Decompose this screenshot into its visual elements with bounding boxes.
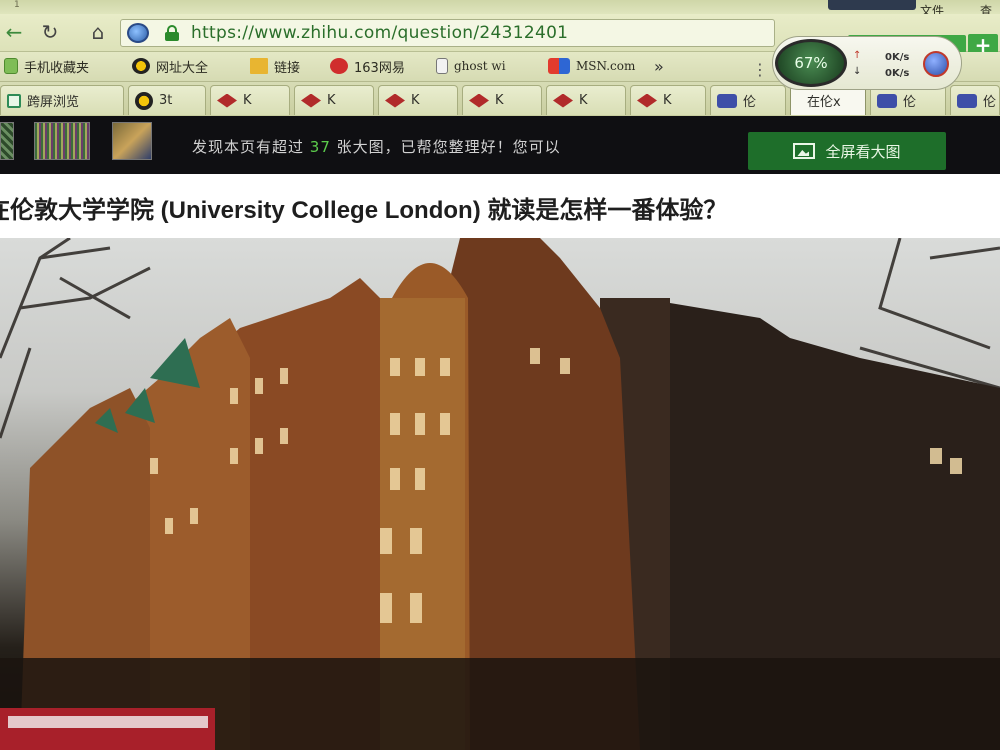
paw-icon bbox=[877, 93, 897, 108]
url-text[interactable]: https://www.zhihu.com/question/24312401 bbox=[191, 23, 568, 43]
fullscreen-gallery-button[interactable]: 全屏看大图 bbox=[748, 132, 946, 170]
download-arrow-icon: ↓ bbox=[853, 66, 862, 77]
network-widget[interactable]: 67% ↑ 0K/s ↓ 0K/s bbox=[772, 36, 962, 90]
tab-9[interactable]: 伦 bbox=[710, 85, 786, 115]
titlebar-widget[interactable] bbox=[828, 0, 916, 10]
tab-2[interactable]: 3t bbox=[128, 85, 206, 115]
lock-icon bbox=[165, 25, 179, 41]
question-title[interactable]: 在伦敦大学学院 (University College London) 就读是怎… bbox=[0, 190, 727, 225]
gallery-thumbnail[interactable] bbox=[0, 122, 14, 160]
netease-icon bbox=[330, 58, 348, 74]
bookmark-label: MSN.com bbox=[576, 59, 636, 73]
address-bar[interactable]: https://www.zhihu.com/question/24312401 bbox=[120, 19, 775, 47]
tab-label: K bbox=[495, 93, 504, 108]
download-speed: 0K/s bbox=[885, 68, 910, 79]
phone-folder-icon bbox=[4, 58, 18, 74]
bookmark-phone-favorites[interactable]: 手机收藏夹 bbox=[4, 55, 89, 77]
bookmarks-overflow-chevron-icon[interactable]: » bbox=[654, 57, 664, 76]
notice-text-before: 发现本页有超过 bbox=[192, 138, 310, 156]
tab-label: 伦 bbox=[743, 95, 757, 110]
tab-7[interactable]: K bbox=[546, 85, 626, 115]
gallery-thumbnail[interactable] bbox=[34, 122, 90, 160]
upload-speed: 0K/s bbox=[885, 52, 910, 63]
building-photo bbox=[0, 238, 1000, 750]
folder-icon bbox=[250, 58, 268, 74]
back-button[interactable]: ← bbox=[0, 19, 28, 45]
bookmark-links[interactable]: 链接 bbox=[250, 55, 300, 77]
bookmark-ghost[interactable]: ghost wi bbox=[436, 55, 506, 77]
bookmark-label: 链接 bbox=[274, 60, 301, 76]
tab-label: K bbox=[327, 93, 336, 108]
upload-arrow-icon: ↑ bbox=[853, 50, 862, 61]
diamond-icon bbox=[637, 93, 657, 108]
tab-3[interactable]: K bbox=[210, 85, 290, 115]
picture-icon bbox=[793, 143, 816, 159]
paw-icon bbox=[717, 93, 737, 108]
bookmark-label: 163网易 bbox=[354, 60, 405, 76]
back-arrow-icon: ← bbox=[5, 20, 23, 44]
question-header: 在伦敦大学学院 (University College London) 就读是怎… bbox=[0, 174, 1000, 238]
window-titlebar: 1 文件 查 bbox=[0, 0, 1000, 18]
image-count-notice: 发现本页有超过 37 张大图，已帮您整理好！您可以 bbox=[192, 136, 561, 157]
fullscreen-button-label: 全屏看大图 bbox=[825, 142, 901, 161]
accelerator-ball-icon[interactable] bbox=[923, 51, 949, 77]
tab-8[interactable]: K bbox=[630, 85, 706, 115]
diamond-icon bbox=[553, 93, 573, 108]
tab-label: K bbox=[411, 93, 420, 108]
page-icon bbox=[436, 58, 448, 74]
reload-icon: ↻ bbox=[41, 20, 59, 44]
msn-icon bbox=[548, 58, 570, 74]
bookmark-msn[interactable]: MSN.com bbox=[548, 55, 635, 77]
tab-label: K bbox=[663, 93, 672, 108]
coin-icon bbox=[135, 91, 153, 110]
frame-icon bbox=[7, 93, 21, 108]
memory-gauge[interactable]: 67% bbox=[775, 39, 847, 87]
tab-6[interactable]: K bbox=[462, 85, 542, 115]
tab-label: 3t bbox=[159, 93, 173, 108]
notice-text-after: 张大图，已帮您整理好！您可以 bbox=[330, 138, 561, 156]
image-gallery-bar: 发现本页有超过 37 张大图，已帮您整理好！您可以 全屏看大图 bbox=[0, 116, 1000, 174]
home-icon: ⌂ bbox=[91, 20, 105, 44]
site-identity-icon[interactable] bbox=[127, 23, 149, 43]
bookmark-163[interactable]: 163网易 bbox=[330, 55, 405, 77]
gallery-thumbnail[interactable] bbox=[112, 122, 152, 160]
bookmark-label: 网址大全 bbox=[156, 60, 209, 76]
image-count: 37 bbox=[309, 138, 331, 156]
tab-label: K bbox=[243, 93, 252, 108]
bookmark-label: ghost wi bbox=[454, 59, 506, 73]
diamond-icon bbox=[385, 93, 405, 108]
home-button[interactable]: ⌂ bbox=[84, 19, 112, 45]
tab-label: 伦 bbox=[983, 95, 997, 110]
tab-label: 伦 bbox=[903, 95, 917, 110]
directory-icon bbox=[132, 58, 150, 74]
diamond-icon bbox=[301, 93, 321, 108]
question-image[interactable] bbox=[0, 238, 1000, 750]
tab-label: 在伦x bbox=[807, 95, 841, 110]
tab-cross-screen[interactable]: 跨屏浏览 bbox=[0, 85, 124, 115]
diamond-icon bbox=[217, 93, 237, 108]
tab-4[interactable]: K bbox=[294, 85, 374, 115]
window-title: 1 bbox=[14, 0, 20, 10]
tab-label: K bbox=[579, 93, 588, 108]
tab-5[interactable]: K bbox=[378, 85, 458, 115]
tab-12[interactable]: 伦 bbox=[950, 85, 1000, 115]
paw-icon bbox=[957, 93, 977, 108]
bookmark-web-directory[interactable]: 网址大全 bbox=[132, 55, 208, 77]
diamond-icon bbox=[469, 93, 489, 108]
bookmarks-menu-icon[interactable]: ⋮ bbox=[752, 60, 768, 79]
reload-button[interactable]: ↻ bbox=[36, 19, 64, 45]
bookmark-label: 手机收藏夹 bbox=[24, 60, 90, 76]
tab-label: 跨屏浏览 bbox=[27, 95, 80, 110]
